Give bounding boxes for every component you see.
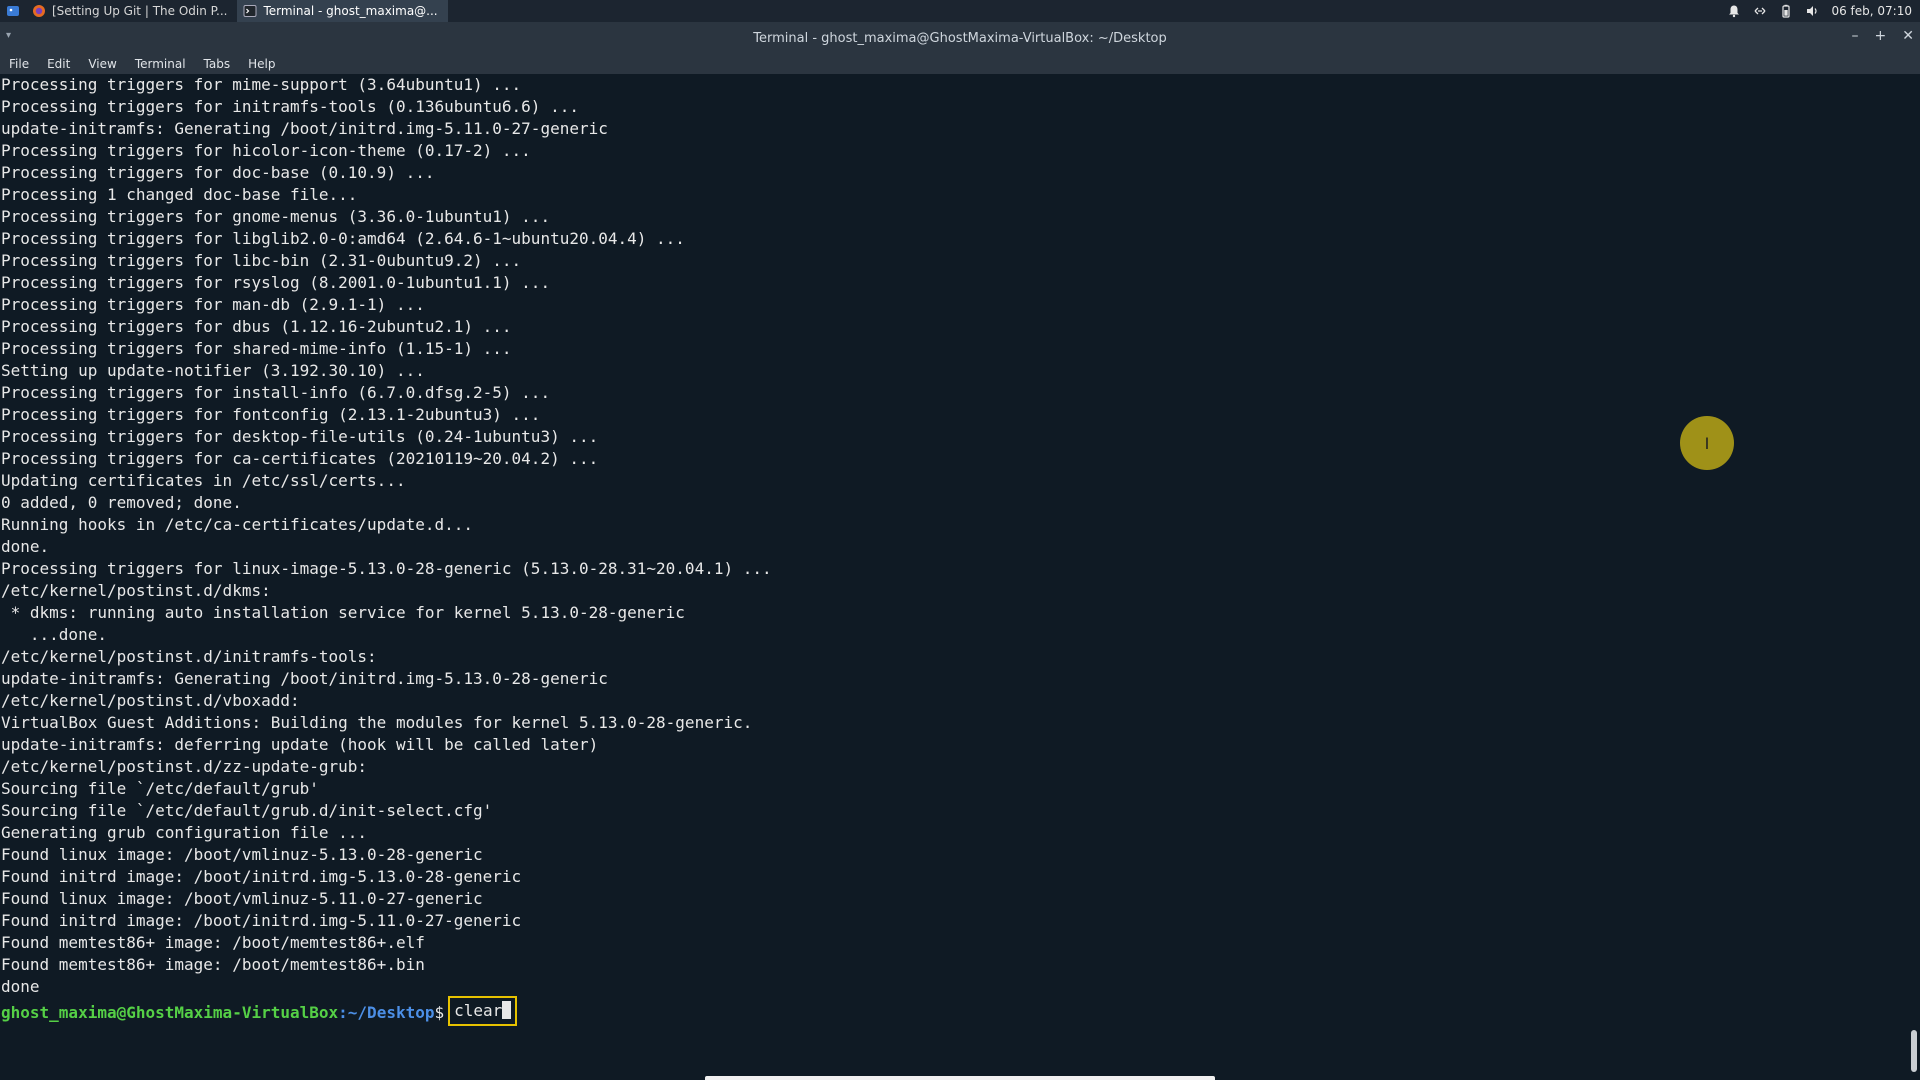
text-cursor-icon: I — [1704, 433, 1710, 453]
app-menu-button[interactable] — [0, 0, 26, 22]
terminal-line: Processing triggers for man-db (2.9.1-1)… — [1, 295, 425, 314]
terminal-line: Processing triggers for doc-base (0.10.9… — [1, 163, 435, 182]
terminal-line: Found memtest86+ image: /boot/memtest86+… — [1, 955, 425, 974]
terminal-line: Processing triggers for libglib2.0-0:amd… — [1, 229, 685, 248]
terminal-line: Found memtest86+ image: /boot/memtest86+… — [1, 933, 425, 952]
terminal-line: Found initrd image: /boot/initrd.img-5.1… — [1, 867, 522, 886]
terminal-line: /etc/kernel/postinst.d/vboxadd: — [1, 691, 300, 710]
terminal-line: Processing triggers for rsyslog (8.2001.… — [1, 273, 551, 292]
maximize-icon[interactable]: + — [1875, 28, 1887, 44]
terminal-line: done. — [1, 537, 50, 556]
notification-bell-icon[interactable] — [1727, 4, 1741, 18]
terminal-icon — [243, 5, 257, 17]
menu-help[interactable]: Help — [239, 57, 284, 71]
terminal-line: Sourcing file `/etc/default/grub.d/init-… — [1, 801, 493, 820]
firefox-icon — [33, 5, 45, 17]
volume-icon[interactable] — [1805, 4, 1819, 18]
command-text: clear — [454, 1001, 503, 1020]
terminal-line: /etc/kernel/postinst.d/initramfs-tools: — [1, 647, 377, 666]
prompt-user-host: ghost_maxima@GhostMaxima-VirtualBox — [1, 1003, 339, 1022]
terminal-line: update-initramfs: Generating /boot/initr… — [1, 669, 608, 688]
menu-edit[interactable]: Edit — [38, 57, 79, 71]
terminal-line: Processing triggers for shared-mime-info… — [1, 339, 512, 358]
terminal-line: Found initrd image: /boot/initrd.img-5.1… — [1, 911, 522, 930]
terminal-line: Processing 1 changed doc-base file... — [1, 185, 358, 204]
terminal-line: done — [1, 977, 40, 996]
terminal-line: /etc/kernel/postinst.d/dkms: — [1, 581, 271, 600]
xfce-mouse-icon — [7, 6, 19, 16]
window-title: Terminal - ghost_maxima@GhostMaxima-Virt… — [753, 30, 1167, 46]
menu-file[interactable]: File — [0, 57, 38, 71]
terminal-line: update-initramfs: deferring update (hook… — [1, 735, 599, 754]
task-terminal[interactable]: Terminal - ghost_maxima@... — [237, 0, 448, 22]
terminal-scrollbar[interactable] — [1906, 74, 1920, 1080]
bottom-panel-hint — [705, 1076, 1215, 1080]
terminal-line: 0 added, 0 removed; done. — [1, 493, 242, 512]
task-firefox[interactable]: [Setting Up Git | The Odin P... — [26, 0, 237, 22]
terminal-line: Processing triggers for mime-support (3.… — [1, 75, 522, 94]
menubar: File Edit View Terminal Tabs Help — [0, 54, 1920, 74]
terminal-line: Processing triggers for libc-bin (2.31-0… — [1, 251, 522, 270]
task-label: Terminal - ghost_maxima@... — [263, 4, 438, 18]
terminal-line: Setting up update-notifier (3.192.30.10)… — [1, 361, 425, 380]
command-input[interactable]: clear — [448, 996, 518, 1026]
terminal-line: /etc/kernel/postinst.d/zz-update-grub: — [1, 757, 368, 776]
terminal-line: Processing triggers for install-info (6.… — [1, 383, 551, 402]
menu-tabs[interactable]: Tabs — [195, 57, 240, 71]
terminal-line: Updating certificates in /etc/ssl/certs.… — [1, 471, 406, 490]
terminal-line: Found linux image: /boot/vmlinuz-5.13.0-… — [1, 845, 483, 864]
terminal-line: update-initramfs: Generating /boot/initr… — [1, 119, 608, 138]
terminal-line: Running hooks in /etc/ca-certificates/up… — [1, 515, 474, 534]
terminal-line: Processing triggers for fontconfig (2.13… — [1, 405, 541, 424]
close-icon[interactable]: ✕ — [1902, 28, 1914, 44]
prompt-path: :~/Desktop — [338, 1003, 435, 1022]
terminal-line: Sourcing file `/etc/default/grub' — [1, 779, 319, 798]
mouse-pointer-highlight: I — [1680, 416, 1734, 470]
terminal-output[interactable]: Processing triggers for mime-support (3.… — [0, 74, 1906, 1080]
terminal-line: Processing triggers for hicolor-icon-the… — [1, 141, 531, 160]
terminal-prompt-line[interactable]: ghost_maxima@GhostMaxima-VirtualBox:~/De… — [0, 996, 1906, 1026]
battery-icon[interactable] — [1779, 4, 1793, 18]
terminal-line: Processing triggers for linux-image-5.13… — [1, 559, 772, 578]
menu-terminal[interactable]: Terminal — [126, 57, 195, 71]
terminal-line: Processing triggers for ca-certificates … — [1, 449, 599, 468]
terminal-lines: Processing triggers for mime-support (3.… — [0, 74, 1906, 998]
terminal-line: ...done. — [1, 625, 107, 644]
menu-view[interactable]: View — [79, 57, 125, 71]
terminal-line: Processing triggers for gnome-menus (3.3… — [1, 207, 551, 226]
window-titlebar[interactable]: ▾ Terminal - ghost_maxima@GhostMaxima-Vi… — [0, 22, 1920, 54]
terminal-line: Processing triggers for dbus (1.12.16-2u… — [1, 317, 512, 336]
terminal-line: Processing triggers for desktop-file-uti… — [1, 427, 599, 446]
prompt-symbol: $ — [434, 1003, 445, 1022]
terminal-line: Processing triggers for initramfs-tools … — [1, 97, 579, 116]
text-cursor — [502, 1001, 512, 1019]
terminal-line: * dkms: running auto installation servic… — [1, 603, 685, 622]
window-menu-icon[interactable]: ▾ — [6, 30, 11, 41]
taskbar: [Setting Up Git | The Odin P... Terminal… — [0, 0, 1920, 22]
minimize-icon[interactable]: – — [1852, 28, 1859, 44]
terminal-line: Found linux image: /boot/vmlinuz-5.11.0-… — [1, 889, 483, 908]
scrollbar-thumb[interactable] — [1911, 1030, 1917, 1072]
terminal-line: Generating grub configuration file ... — [1, 823, 368, 842]
task-label: [Setting Up Git | The Odin P... — [52, 4, 228, 18]
terminal-line: VirtualBox Guest Additions: Building the… — [1, 713, 753, 732]
network-icon[interactable] — [1753, 4, 1767, 18]
clock[interactable]: 06 feb, 07:10 — [1831, 4, 1912, 18]
